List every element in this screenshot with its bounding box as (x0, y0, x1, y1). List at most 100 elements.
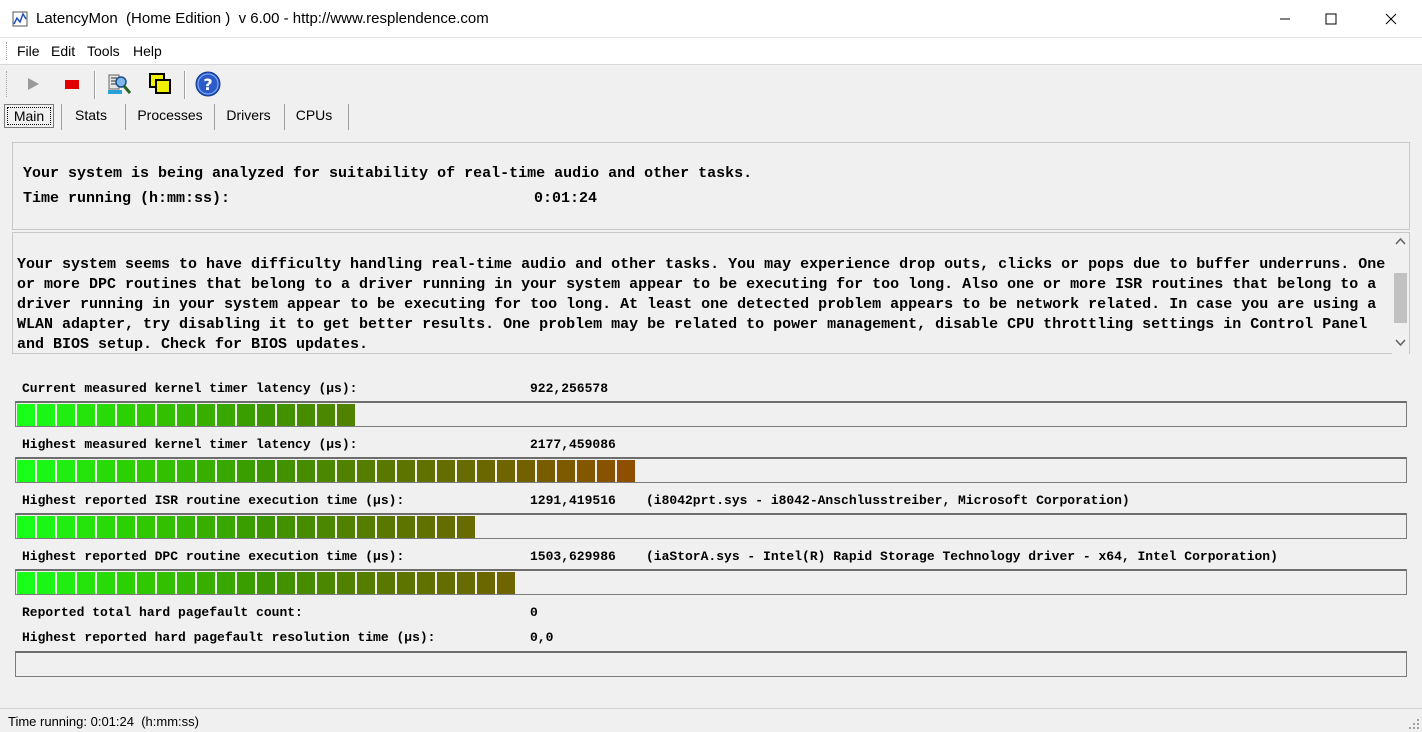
latency-bar (15, 569, 1407, 595)
windows-button[interactable] (145, 69, 175, 99)
bar-segment (357, 516, 375, 538)
bar-segment (397, 572, 415, 594)
svg-text:?: ? (203, 75, 212, 94)
menu-grip[interactable] (6, 42, 9, 60)
bar-segment (437, 460, 455, 482)
bar-segment (197, 404, 215, 426)
latency-bar (15, 457, 1407, 483)
toolbar-separator (184, 71, 186, 99)
bar-segment (217, 404, 235, 426)
bar-segment (157, 404, 175, 426)
time-running-label: Time running (h:mm:ss): (23, 190, 231, 207)
conclusion-text: Your system seems to have difficulty han… (17, 256, 1386, 353)
pagefault-count-value: 0 (530, 605, 538, 620)
size-grip-icon[interactable] (1408, 718, 1420, 730)
bar-segment (297, 572, 315, 594)
metric-detail: (i8042prt.sys - i8042-Anschlusstreiber, … (646, 493, 1130, 508)
stop-button[interactable] (57, 69, 87, 99)
analysis-panel: Your system is being analyzed for suitab… (12, 142, 1410, 230)
maximize-icon (1325, 13, 1337, 25)
scroll-down-icon[interactable] (1395, 339, 1406, 347)
latency-bar-fill (17, 516, 475, 538)
bar-segment (137, 404, 155, 426)
menu-file[interactable]: File (17, 43, 40, 59)
bar-segment (377, 572, 395, 594)
bar-segment (197, 572, 215, 594)
metric-value: 2177,459086 (530, 437, 616, 452)
bar-segment (237, 460, 255, 482)
metric-label: Current measured kernel timer latency (µ… (22, 381, 358, 396)
menu-tools[interactable]: Tools (87, 43, 120, 59)
bar-segment (117, 572, 135, 594)
bar-segment (257, 460, 275, 482)
scroll-thumb[interactable] (1394, 273, 1407, 323)
bar-segment (257, 404, 275, 426)
bar-segment (237, 404, 255, 426)
tab-drivers[interactable]: Drivers (215, 104, 282, 128)
bar-segment (297, 404, 315, 426)
bar-segment (137, 572, 155, 594)
conclusion-scrollbar[interactable] (1392, 233, 1409, 355)
maximize-button[interactable] (1308, 0, 1354, 38)
bar-segment (237, 516, 255, 538)
menu-help[interactable]: Help (133, 43, 162, 59)
scroll-up-icon[interactable] (1395, 237, 1406, 245)
tab-stats[interactable]: Stats (62, 104, 120, 128)
bar-segment (57, 572, 75, 594)
bar-segment (57, 404, 75, 426)
bar-segment (377, 516, 395, 538)
bar-segment (37, 572, 55, 594)
bar-segment (437, 572, 455, 594)
bar-segment (77, 460, 95, 482)
bar-segment (237, 572, 255, 594)
menu-edit[interactable]: Edit (51, 43, 75, 59)
start-button[interactable] (18, 69, 48, 99)
pagefault-time-value: 0,0 (530, 630, 554, 645)
analysis-status: Your system is being analyzed for suitab… (23, 165, 753, 182)
inspect-button[interactable] (104, 69, 134, 99)
bar-segment (277, 516, 295, 538)
bar-segment (137, 516, 155, 538)
help-button[interactable]: ? (193, 69, 223, 99)
tab-processes[interactable]: Processes (126, 104, 214, 128)
toolbar-grip[interactable] (6, 71, 9, 97)
toolbar: ? (0, 64, 1422, 102)
bar-segment (357, 460, 375, 482)
bar-segment (117, 460, 135, 482)
bar-segment (97, 572, 115, 594)
bar-segment (297, 516, 315, 538)
help-icon: ? (195, 71, 221, 97)
bar-segment (197, 460, 215, 482)
close-button[interactable] (1368, 0, 1414, 38)
bar-segment (317, 516, 335, 538)
bar-segment (177, 404, 195, 426)
bar-segment (177, 460, 195, 482)
bar-segment (117, 516, 135, 538)
bar-segment (397, 460, 415, 482)
pagefault-bar-fill (17, 654, 18, 676)
bar-segment (117, 404, 135, 426)
bar-segment (477, 460, 495, 482)
tab-cpus[interactable]: CPUs (285, 104, 343, 128)
status-text: Time running: 0:01:24 (h:mm:ss) (8, 714, 199, 729)
bar-segment (577, 460, 595, 482)
bar-segment (177, 572, 195, 594)
close-icon (1385, 13, 1397, 25)
minimize-button[interactable] (1262, 0, 1308, 38)
pagefault-count-label: Reported total hard pagefault count: (22, 605, 303, 620)
bar-segment (497, 460, 515, 482)
bar-segment (57, 516, 75, 538)
bar-segment (97, 460, 115, 482)
bar-segment (157, 572, 175, 594)
bar-segment (157, 460, 175, 482)
bar-segment (397, 516, 415, 538)
bar-segment (37, 460, 55, 482)
bar-segment (217, 516, 235, 538)
tab-main[interactable]: Main (4, 104, 54, 128)
bar-segment (597, 460, 615, 482)
bar-segment (257, 516, 275, 538)
metric-detail: (iaStorA.sys - Intel(R) Rapid Storage Te… (646, 549, 1278, 564)
title-bar: LatencyMon (Home Edition ) v 6.00 - http… (0, 0, 1422, 38)
inspect-icon (108, 74, 132, 94)
bar-segment (17, 516, 35, 538)
